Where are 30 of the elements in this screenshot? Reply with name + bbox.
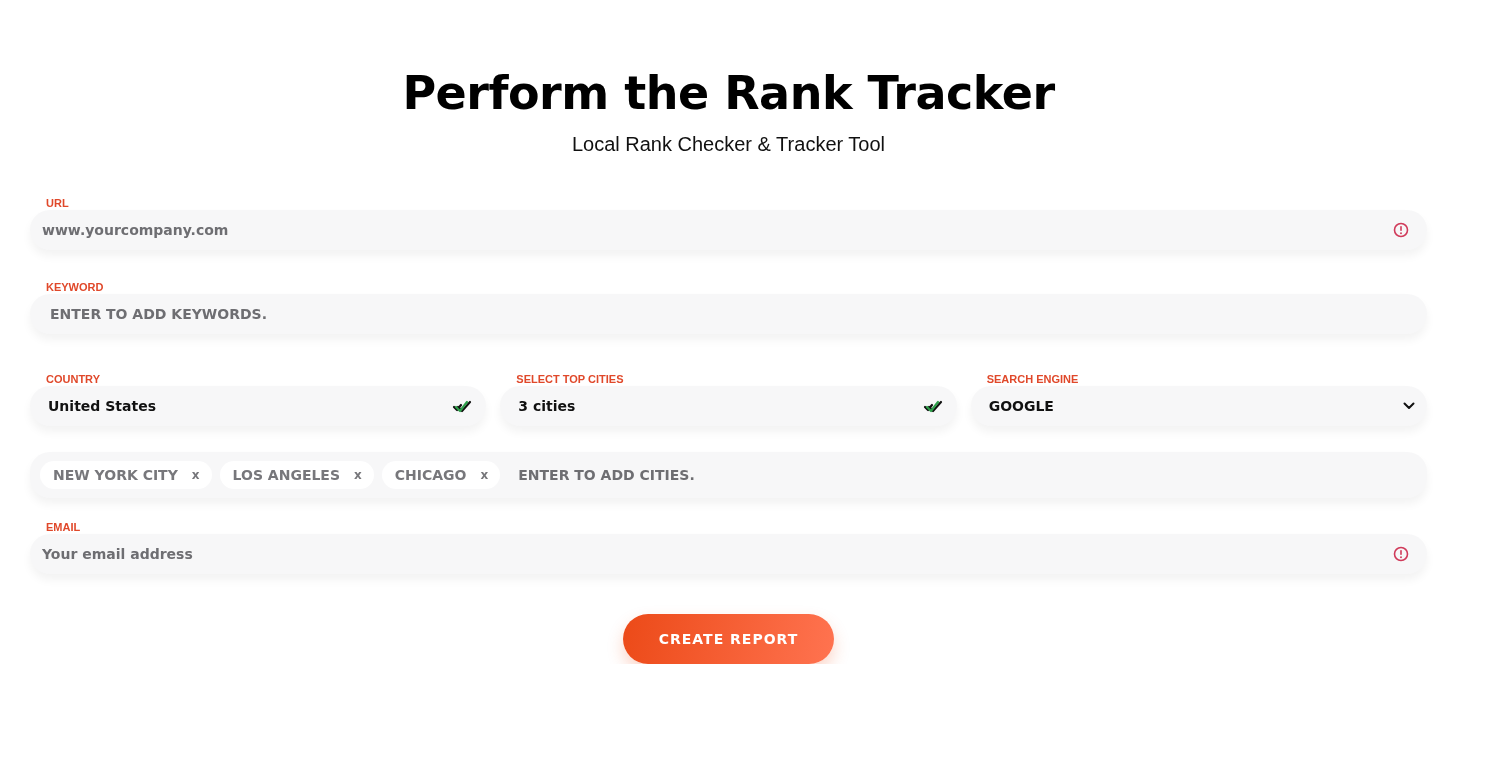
dropdown[interactable]: GOOGLE — [970, 386, 1427, 426]
field-label: COUNTRY — [46, 372, 100, 386]
remove-tag-button[interactable]: x — [354, 468, 362, 482]
double-check-icon — [922, 399, 945, 413]
field-label: SELECT TOP CITIES — [516, 372, 624, 386]
page-subtitle: Local Rank Checker & Tracker Tool — [571, 132, 886, 157]
dropdown-value: 3 cities — [518, 398, 576, 414]
tag-label: CHICAGO — [394, 467, 467, 483]
remove-tag-button[interactable]: x — [480, 468, 489, 482]
field-label: KEYWORD — [46, 280, 104, 294]
city-tag[interactable]: LOS ANGELES x — [219, 461, 374, 489]
dropdown[interactable]: 3 cities — [500, 386, 957, 426]
chevron-down-icon — [1403, 402, 1415, 410]
cities-field[interactable]: NEW YORK CITY x LOS ANGELES x CHICAGO x ENTER TO ADD CITIES. — [30, 452, 1427, 498]
email-field[interactable]: Your email address — [30, 534, 1427, 574]
page-title: Perform the Rank Tracker — [401, 65, 1056, 122]
dropdown-value: GOOGLE — [988, 398, 1054, 414]
dropdown[interactable]: United States — [30, 386, 487, 426]
field-label: SEARCH ENGINE — [986, 372, 1079, 386]
url-field[interactable]: www.yourcompany.com — [30, 210, 1427, 250]
field-label: URL — [46, 196, 69, 210]
keyword-field[interactable]: ENTER TO ADD KEYWORDS. — [30, 294, 1427, 334]
tag-label: NEW YORK CITY — [53, 467, 178, 483]
city-tag[interactable]: CHICAGO x — [381, 461, 501, 489]
field-label: EMAIL — [46, 520, 81, 534]
remove-tag-button[interactable]: x — [191, 468, 200, 482]
create-report-button[interactable]: CREATE REPORT — [623, 614, 834, 664]
dropdown-value: United States — [48, 398, 156, 414]
city-tag[interactable]: NEW YORK CITY x — [40, 461, 212, 489]
tag-label: LOS ANGELES — [232, 467, 341, 483]
